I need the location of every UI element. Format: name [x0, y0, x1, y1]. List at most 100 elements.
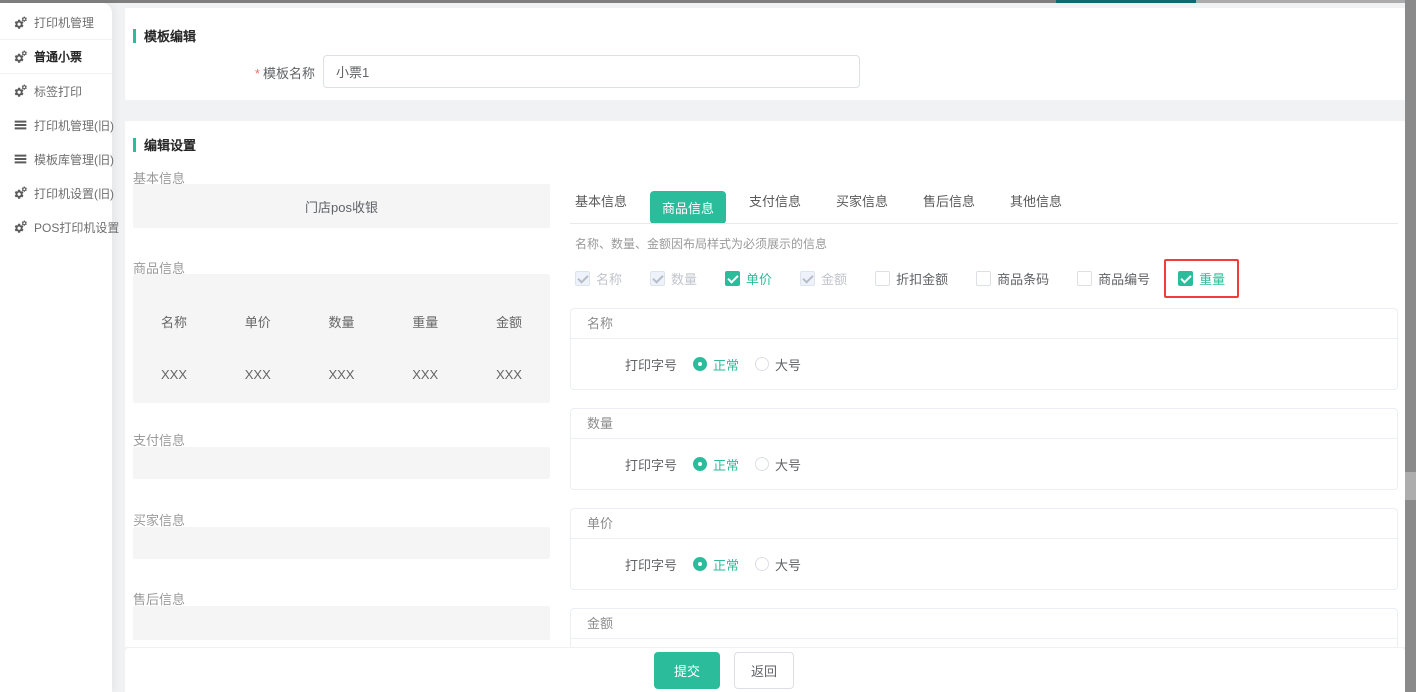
section-header-template-edit: 模板编辑 — [133, 26, 196, 45]
list-icon — [13, 152, 28, 166]
checkbox-icon — [875, 271, 890, 286]
settings-column: 基本信息 商品信息 支付信息 买家信息 售后信息 其他信息 名称、数量、金额因布… — [570, 121, 1398, 647]
vertical-scrollbar[interactable] — [1405, 0, 1416, 692]
checkbox-icon — [575, 271, 590, 286]
preview-goods-value-row: XXX XXX XXX XXX XXX — [133, 367, 550, 382]
tab-aftersale-info[interactable]: 售后信息 — [923, 191, 1010, 224]
checkbox-icon — [1178, 271, 1193, 286]
sidebar-item-pos-printer-settings[interactable]: POS打印机设置 — [0, 210, 112, 244]
checkbox-name[interactable]: 名称 — [575, 269, 622, 288]
preview-aftersale-box — [133, 606, 550, 640]
tab-goods-info[interactable]: 商品信息 — [662, 191, 749, 224]
checkbox-icon — [976, 271, 991, 286]
section-header-edit-settings: 编辑设置 — [133, 135, 196, 154]
list-icon — [13, 118, 28, 132]
receipt-preview: 基本信息 门店pos收银 商品信息 名称 单价 数量 重量 金额 XXX XXX… — [133, 161, 550, 647]
preview-goods-box: 名称 单价 数量 重量 金额 XXX XXX XXX XXX XXX — [133, 274, 550, 403]
radio-large[interactable]: 大号 — [755, 555, 801, 574]
info-tabs: 基本信息 商品信息 支付信息 买家信息 售后信息 其他信息 — [575, 191, 1097, 224]
field-card-title: 数量 — [571, 409, 1397, 439]
tab-buyer-info[interactable]: 买家信息 — [836, 191, 923, 224]
radio-large[interactable]: 大号 — [755, 355, 801, 374]
cogs-icon — [13, 16, 28, 30]
goods-field-checkbox-row: 名称 数量 单价 金额 折扣金额 — [575, 269, 1225, 288]
preview-basic-box: 门店pos收银 — [133, 184, 550, 228]
print-font-size-label: 打印字号 — [625, 355, 677, 374]
sidebar-item-label-print[interactable]: 标签打印 — [0, 74, 112, 108]
radio-normal[interactable]: 正常 — [693, 555, 739, 574]
tabs-divider — [570, 223, 1398, 224]
field-settings-cards: 名称 打印字号 正常 大号 数量 — [570, 308, 1398, 647]
sidebar-item-printer-management[interactable]: 打印机管理 — [0, 6, 112, 40]
radio-icon — [755, 357, 769, 371]
section-accent-bar — [133, 29, 136, 43]
checkbox-weight-highlighted[interactable]: 重量 — [1164, 259, 1239, 298]
printer-template-admin-page: 打印机管理 普通小票 标签打印 打印机管理(旧) 模板库管理(旧) 打印机设置(… — [0, 0, 1416, 692]
preview-goods-header-row: 名称 单价 数量 重量 金额 — [133, 312, 550, 331]
radio-normal[interactable]: 正常 — [693, 355, 739, 374]
sidebar-item-label: 普通小票 — [34, 48, 82, 65]
browser-edge-strip-tab — [1056, 0, 1196, 3]
template-edit-card: 模板编辑 *模板名称 — [125, 8, 1405, 100]
cogs-icon — [13, 84, 28, 98]
field-card-title: 名称 — [571, 309, 1397, 339]
preview-payment-box — [133, 447, 550, 479]
checkbox-goods-barcode[interactable]: 商品条码 — [976, 269, 1049, 288]
field-card-title: 单价 — [571, 509, 1397, 539]
radio-icon — [693, 557, 707, 571]
sidebar-item-label: 标签打印 — [34, 83, 82, 100]
required-asterisk: * — [255, 66, 260, 81]
tab-other-info[interactable]: 其他信息 — [1010, 191, 1097, 224]
checkbox-discount-amount[interactable]: 折扣金额 — [875, 269, 948, 288]
cogs-icon — [13, 50, 28, 64]
preview-basic-text: 门店pos收银 — [133, 184, 550, 228]
col-name: 名称 — [161, 312, 187, 331]
radio-large[interactable]: 大号 — [755, 455, 801, 474]
footer-action-bar: 提交 返回 — [125, 647, 1405, 692]
checkbox-quantity[interactable]: 数量 — [650, 269, 697, 288]
edit-settings-card: 编辑设置 基本信息 门店pos收银 商品信息 名称 单价 数量 重量 金额 XX… — [125, 121, 1405, 647]
col-unit-price: 单价 — [245, 312, 271, 331]
tab-payment-info[interactable]: 支付信息 — [749, 191, 836, 224]
field-card-unit-price: 单价 打印字号 正常 大号 — [570, 508, 1398, 590]
col-amount: 金额 — [496, 312, 522, 331]
cogs-icon — [13, 220, 28, 234]
section-accent-bar — [133, 138, 136, 152]
preview-buyer-box — [133, 527, 550, 559]
sidebar-item-label: 模板库管理(旧) — [34, 151, 114, 168]
print-font-size-label: 打印字号 — [625, 455, 677, 474]
browser-edge-strip — [1196, 0, 1405, 3]
sidebar-item-printer-management-old[interactable]: 打印机管理(旧) — [0, 108, 112, 142]
sidebar-item-normal-receipt[interactable]: 普通小票 — [0, 40, 112, 74]
radio-normal[interactable]: 正常 — [693, 455, 739, 474]
checkbox-unit-price[interactable]: 单价 — [725, 269, 772, 288]
template-name-input[interactable] — [323, 55, 860, 88]
template-name-label: *模板名称 — [125, 63, 315, 82]
cell-value: XXX — [496, 367, 522, 382]
print-font-size-label: 打印字号 — [625, 555, 677, 574]
submit-button[interactable]: 提交 — [654, 652, 720, 689]
sidebar-item-template-lib-old[interactable]: 模板库管理(旧) — [0, 142, 112, 176]
cell-value: XXX — [161, 367, 187, 382]
sidebar-item-printer-settings-old[interactable]: 打印机设置(旧) — [0, 176, 112, 210]
sidebar-nav: 打印机管理 普通小票 标签打印 打印机管理(旧) 模板库管理(旧) 打印机设置(… — [0, 3, 112, 692]
checkbox-icon — [650, 271, 665, 286]
radio-icon — [693, 457, 707, 471]
checkbox-icon — [1077, 271, 1092, 286]
scrollbar-notch — [1405, 472, 1416, 500]
back-button[interactable]: 返回 — [734, 652, 794, 689]
checkbox-icon — [800, 271, 815, 286]
checkbox-goods-code[interactable]: 商品编号 — [1077, 269, 1150, 288]
field-card-title: 金额 — [571, 609, 1397, 639]
field-card-amount: 金额 — [570, 608, 1398, 647]
sidebar-item-label: 打印机管理(旧) — [34, 117, 114, 134]
cell-value: XXX — [245, 367, 271, 382]
required-fields-hint: 名称、数量、金额因布局样式为必须展示的信息 — [575, 235, 827, 252]
radio-icon — [755, 457, 769, 471]
radio-icon — [755, 557, 769, 571]
tab-basic-info[interactable]: 基本信息 — [575, 191, 662, 224]
checkbox-amount[interactable]: 金额 — [800, 269, 847, 288]
sidebar-item-label: 打印机管理 — [34, 14, 94, 31]
section-title: 编辑设置 — [144, 135, 196, 154]
cell-value: XXX — [412, 367, 438, 382]
